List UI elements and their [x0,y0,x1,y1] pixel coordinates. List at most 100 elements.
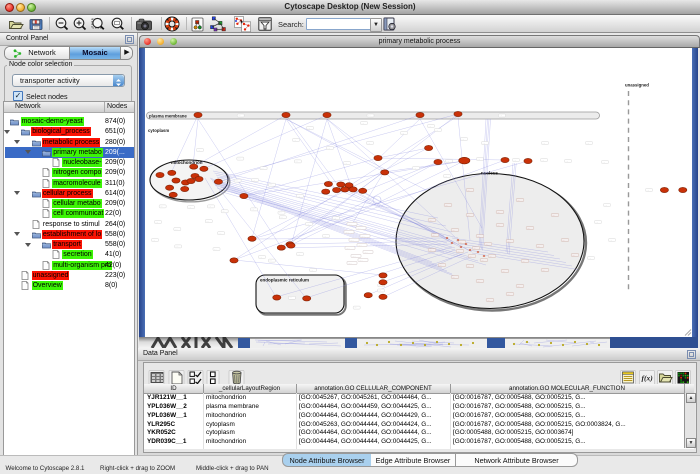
svg-text:····: ···· [522,261,525,263]
svg-text:·····: ····· [352,256,356,258]
svg-text:plasma membrane: plasma membrane [149,113,187,118]
svg-text:····: ···· [602,162,605,164]
svg-text:····: ···· [439,265,442,267]
svg-text:····: ···· [499,115,502,117]
svg-text:cytoplasm: cytoplasm [148,128,169,133]
svg-text:····: ···· [295,161,298,163]
svg-text:····: ···· [517,200,520,202]
svg-text:·····: ····· [346,248,350,250]
svg-text:····: ···· [497,212,500,214]
svg-text:····: ···· [467,266,470,268]
svg-text:····: ···· [218,233,221,235]
svg-text:····: ···· [595,222,598,224]
svg-text:····: ···· [310,270,313,272]
svg-text:····: ···· [379,285,382,287]
svg-text:····: ···· [269,185,272,187]
svg-text:····: ···· [251,209,254,211]
svg-text:····: ···· [344,163,347,165]
svg-text:····: ···· [609,240,612,242]
svg-text:·····: ····· [348,263,352,265]
svg-text:····: ···· [537,246,540,248]
svg-text:····: ···· [297,254,300,256]
svg-text:····: ···· [469,256,472,258]
svg-text:····: ···· [289,298,292,300]
svg-text:····: ···· [188,207,191,209]
svg-text:nucleus: nucleus [481,171,499,176]
svg-text:····: ···· [208,206,211,208]
svg-text:····: ···· [542,143,545,145]
svg-text:····: ···· [333,218,336,220]
svg-text:····: ···· [214,249,217,251]
svg-text:····: ···· [429,250,432,252]
svg-text:····: ···· [307,128,310,130]
svg-text:····: ···· [507,241,510,243]
svg-text:····: ···· [401,133,404,135]
svg-text:·····: ····· [350,240,354,242]
svg-text:····: ···· [354,307,357,309]
svg-text:····: ···· [297,196,300,198]
svg-text:····: ···· [446,161,449,163]
svg-text:·····: ····· [345,232,349,234]
svg-text:····: ···· [252,180,255,182]
svg-text:····: ···· [261,168,264,170]
svg-text:unassigned: unassigned [625,83,649,88]
svg-text:····: ···· [367,143,370,145]
svg-text:····: ···· [222,211,225,213]
svg-text:····: ···· [293,140,296,142]
svg-text:····: ···· [552,215,555,217]
svg-text:····: ···· [586,143,589,145]
svg-text:····: ···· [489,256,492,258]
svg-text:····: ···· [155,222,158,224]
svg-text:····: ···· [485,244,488,246]
svg-text:····: ···· [507,294,510,296]
svg-text:·····: ····· [359,260,363,262]
svg-text:····: ···· [452,230,455,232]
svg-text:····: ···· [588,258,591,260]
svg-text:····: ···· [565,161,568,163]
svg-text:····: ···· [429,220,432,222]
svg-text:····: ···· [279,213,282,215]
svg-text:····: ···· [482,143,485,145]
svg-text:·····: ····· [348,224,352,226]
svg-text:····: ···· [327,148,330,150]
svg-text:····: ···· [473,248,476,250]
svg-text:····: ···· [646,190,649,192]
svg-text:····: ···· [444,176,447,178]
svg-text:····: ···· [467,190,470,192]
svg-text:····: ···· [477,159,480,161]
svg-text:····: ···· [477,236,480,238]
svg-text:····: ···· [323,236,326,238]
svg-text:f(x): f(x) [642,374,654,383]
svg-text:····: ···· [457,251,460,253]
svg-text:····: ···· [467,215,470,217]
svg-text:····: ···· [197,150,200,152]
svg-text:·····: ····· [361,236,365,238]
svg-text:·····: ····· [364,252,368,254]
svg-text:····: ···· [459,242,462,244]
svg-text:····: ···· [481,260,484,262]
svg-text:····: ···· [175,229,178,231]
svg-text:····: ···· [361,123,364,125]
svg-text:····: ···· [238,158,241,160]
svg-text:····: ···· [206,221,209,223]
svg-text:····: ···· [259,257,262,259]
svg-text:····: ···· [477,281,480,283]
svg-text:····: ···· [306,224,309,226]
svg-text:·····: ····· [357,228,361,230]
svg-text:····: ···· [238,115,241,117]
svg-text:····: ···· [604,205,607,207]
svg-text:····: ···· [461,139,464,141]
svg-text:····: ···· [175,246,178,248]
svg-text:····: ···· [432,235,435,237]
svg-text:····: ···· [497,225,500,227]
svg-text:····: ···· [513,160,516,162]
svg-text:endoplasmic reticulum: endoplasmic reticulum [260,278,309,283]
svg-text:····: ···· [152,240,155,242]
svg-text:····: ···· [541,160,544,162]
svg-text:····: ···· [517,286,520,288]
svg-text:·····: ····· [358,245,362,247]
svg-text:····: ···· [235,180,238,182]
svg-text:····: ···· [160,206,163,208]
svg-text:····: ···· [445,205,448,207]
svg-text:····: ···· [572,255,575,257]
